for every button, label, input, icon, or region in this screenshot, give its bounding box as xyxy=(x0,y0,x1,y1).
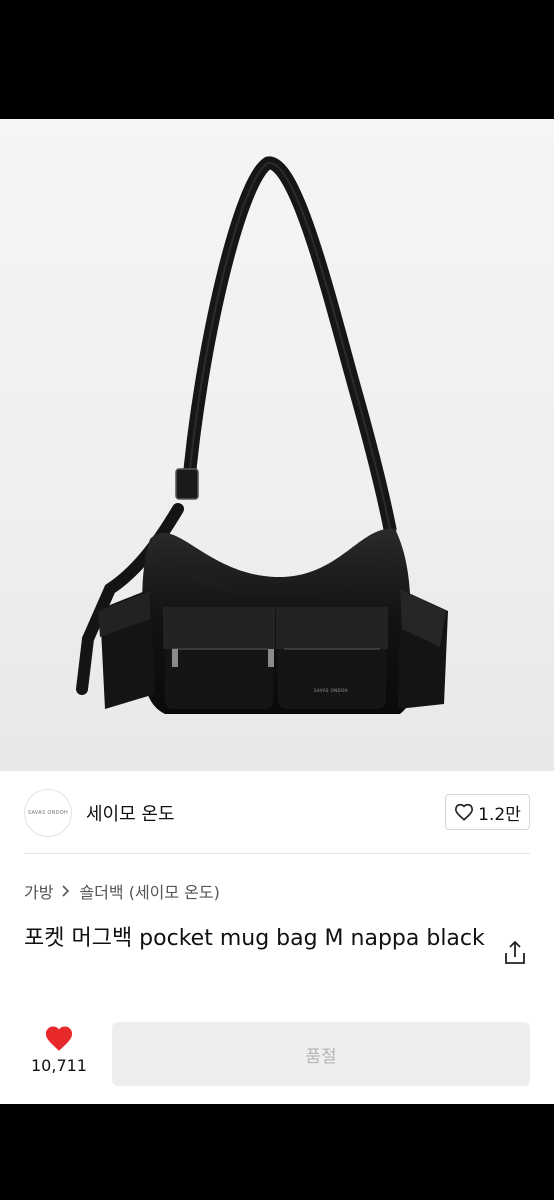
seller-like-button[interactable]: 1.2만 xyxy=(445,794,530,830)
share-icon[interactable] xyxy=(503,940,527,966)
seller-row[interactable]: SAVAS ONDOH 세이모 온도 1.2만 xyxy=(0,771,554,855)
product-detail-screen: SAVAS ONDOH SAVAS ONDOH 세이모 온도 1.2만 가방 숄… xyxy=(0,119,554,1104)
wish-count: 10,711 xyxy=(31,1056,87,1075)
bottom-black-bar xyxy=(0,1104,554,1200)
seller-avatar-text: SAVAS ONDOH xyxy=(27,810,69,816)
breadcrumb-subcategory[interactable]: 숄더백 (세이모 온도) xyxy=(79,879,219,903)
bag-logo-text: SAVAS ONDOH xyxy=(314,688,348,693)
seller-avatar[interactable]: SAVAS ONDOH xyxy=(24,789,72,837)
chevron-right-icon xyxy=(62,885,70,897)
divider xyxy=(24,853,530,854)
wish-button[interactable]: 10,711 xyxy=(30,1024,88,1075)
seller-name[interactable]: 세이모 온도 xyxy=(86,800,175,826)
product-title: 포켓 머그백 pocket mug bag M nappa black xyxy=(24,926,485,951)
seller-like-count: 1.2만 xyxy=(478,804,521,825)
bag-illustration xyxy=(76,156,448,714)
heart-filled-icon xyxy=(45,1026,73,1051)
top-black-bar xyxy=(0,0,554,119)
heart-outline-icon xyxy=(455,803,474,821)
soldout-button[interactable]: 품절 xyxy=(112,1022,530,1086)
product-image[interactable]: SAVAS ONDOH xyxy=(0,119,554,771)
breadcrumb-category[interactable]: 가방 xyxy=(24,879,53,903)
breadcrumb: 가방 숄더백 (세이모 온도) xyxy=(24,879,220,903)
